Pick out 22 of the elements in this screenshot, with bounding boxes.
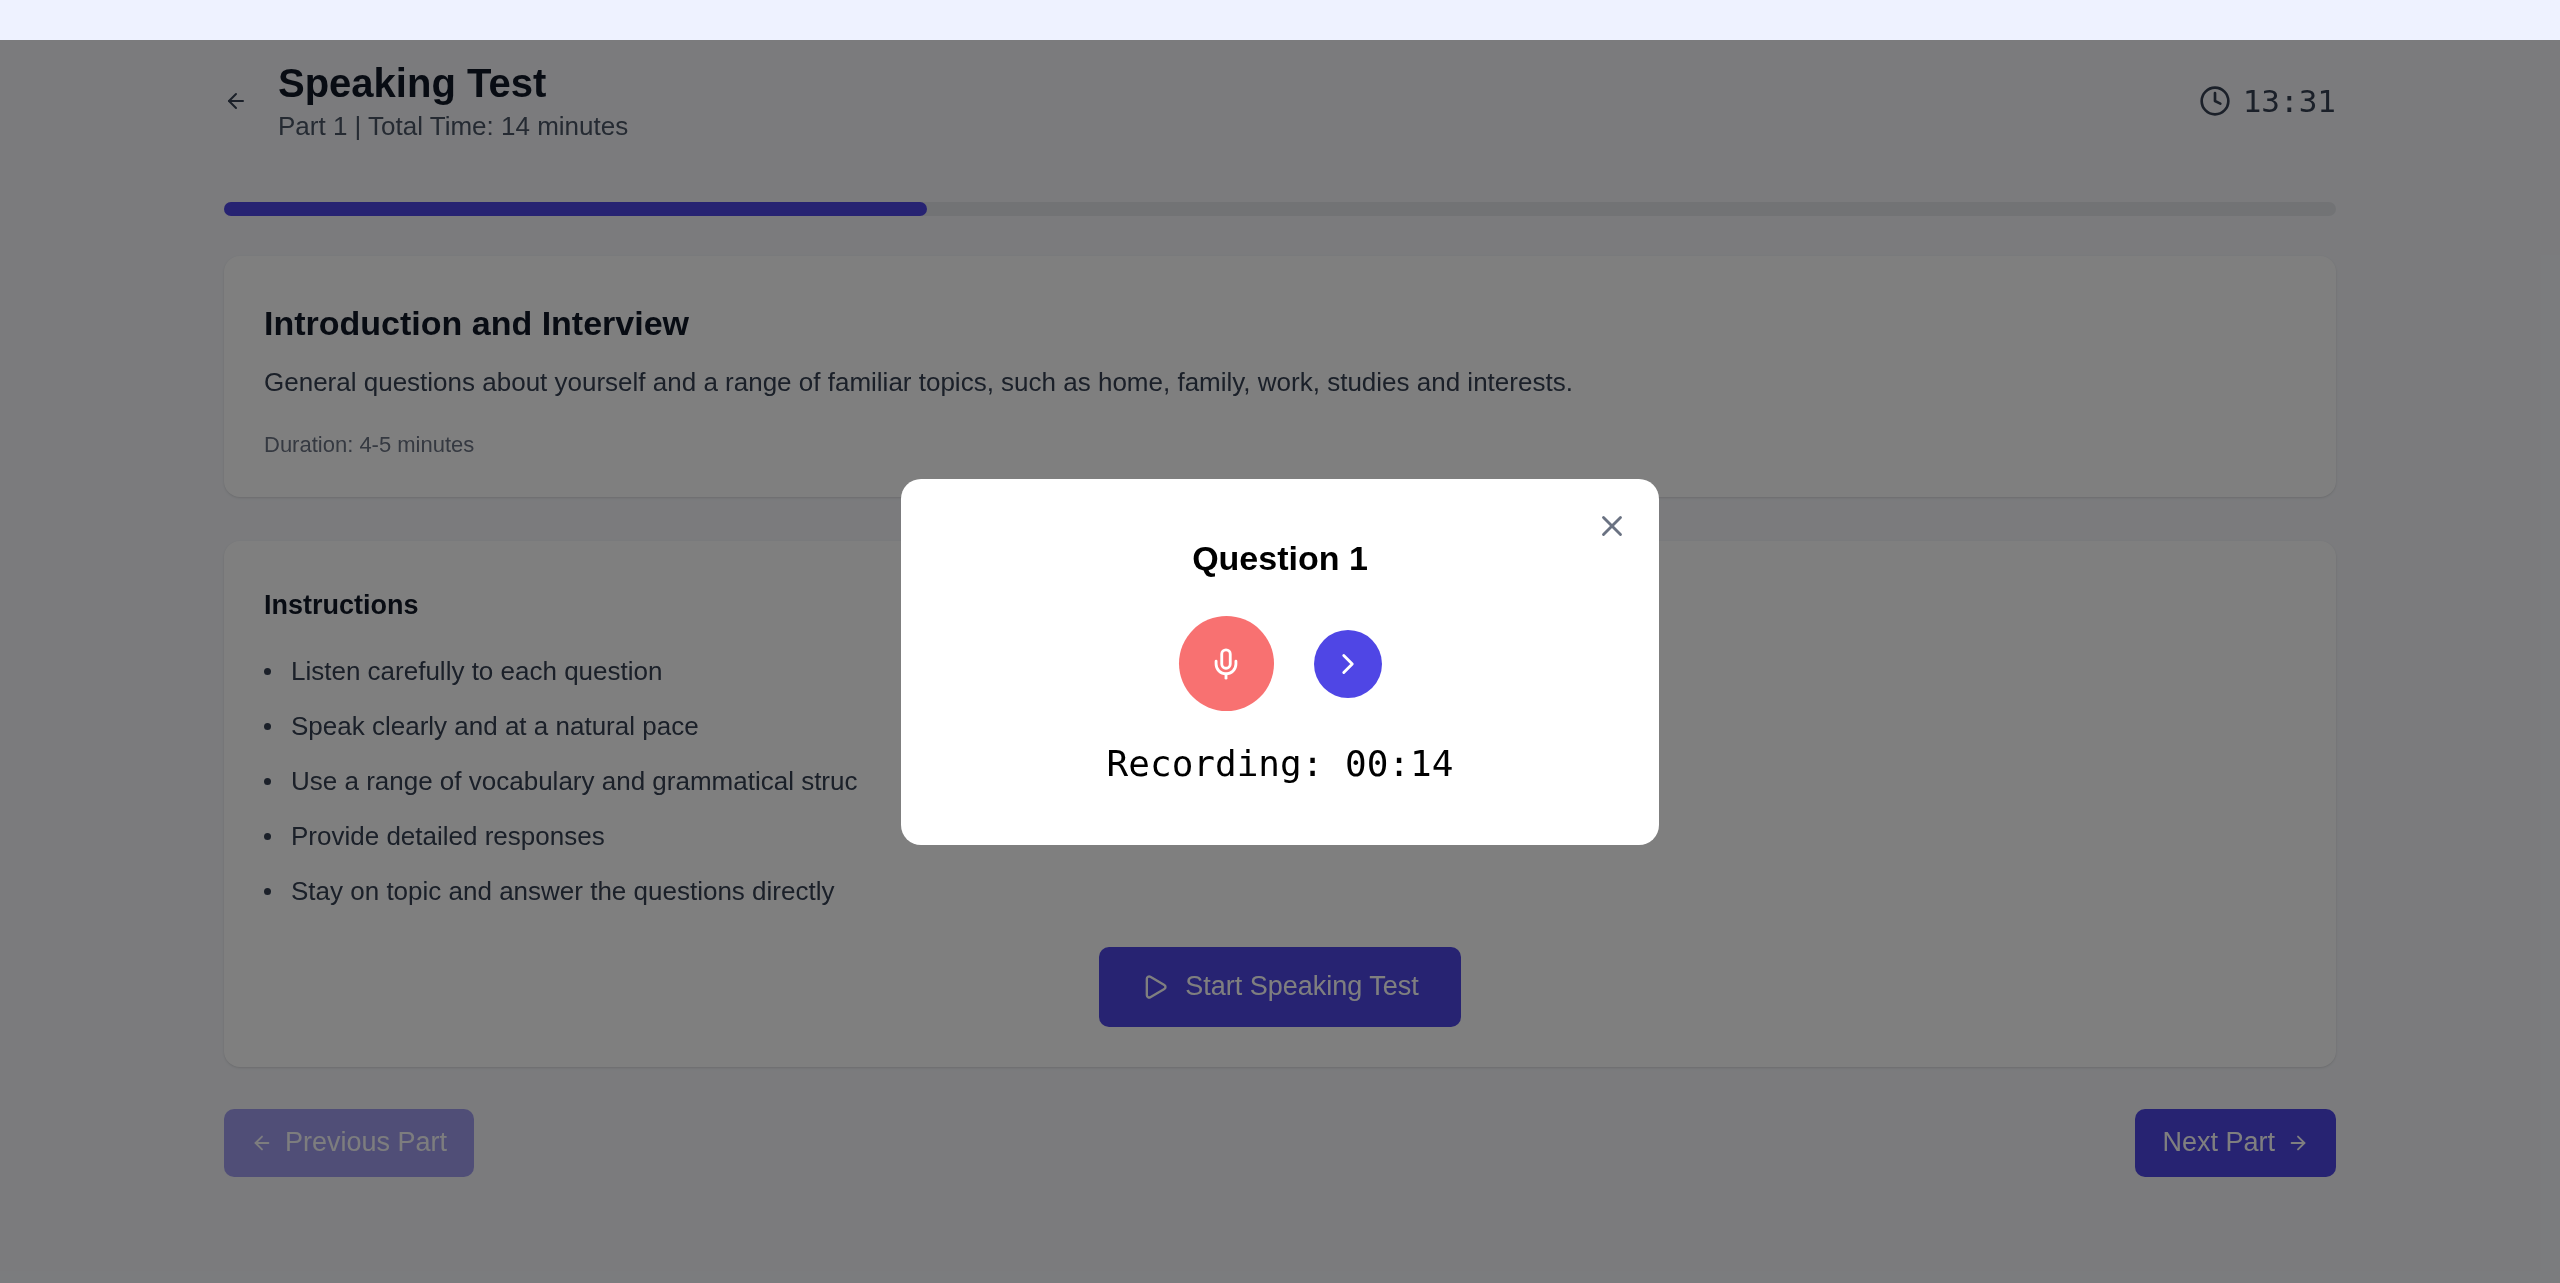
bullet-icon: [264, 832, 271, 840]
page-subtitle: Part 1 | Total Time: 14 minutes: [278, 110, 629, 143]
bullet-icon: [264, 722, 271, 730]
instruction-item: Stay on topic and answer the questions directly: [291, 874, 835, 908]
part-duration: Duration: 4-5 minutes: [264, 431, 476, 459]
part-description: General questions about yourself and a range of familiar topics, such as home, family, work, studies and interests.: [264, 366, 1574, 399]
bullet-icon: [264, 777, 271, 785]
instruction-item: Speak clearly and at a natural pace: [291, 709, 699, 743]
bullet-icon: [264, 887, 271, 895]
clock-icon: [2198, 85, 2231, 118]
start-test-button[interactable]: Start Speaking Test: [1099, 946, 1461, 1027]
instructions-title: Instructions: [264, 589, 419, 622]
page-title: Speaking Test: [278, 60, 548, 107]
part-title: Introduction and Interview: [264, 303, 691, 344]
next-part-button[interactable]: Next Part: [2135, 1108, 2336, 1177]
bullet-icon: [264, 667, 271, 675]
instruction-item: Provide detailed responses: [291, 819, 605, 853]
question-title: Question 1: [1192, 538, 1368, 579]
instruction-item: Listen carefully to each question: [291, 654, 663, 688]
timer: 13:31: [2242, 82, 2336, 121]
instruction-item: Use a range of vocabulary and grammatical struc: [291, 764, 858, 798]
recording-status: Recording: 00:14: [1106, 742, 1454, 786]
